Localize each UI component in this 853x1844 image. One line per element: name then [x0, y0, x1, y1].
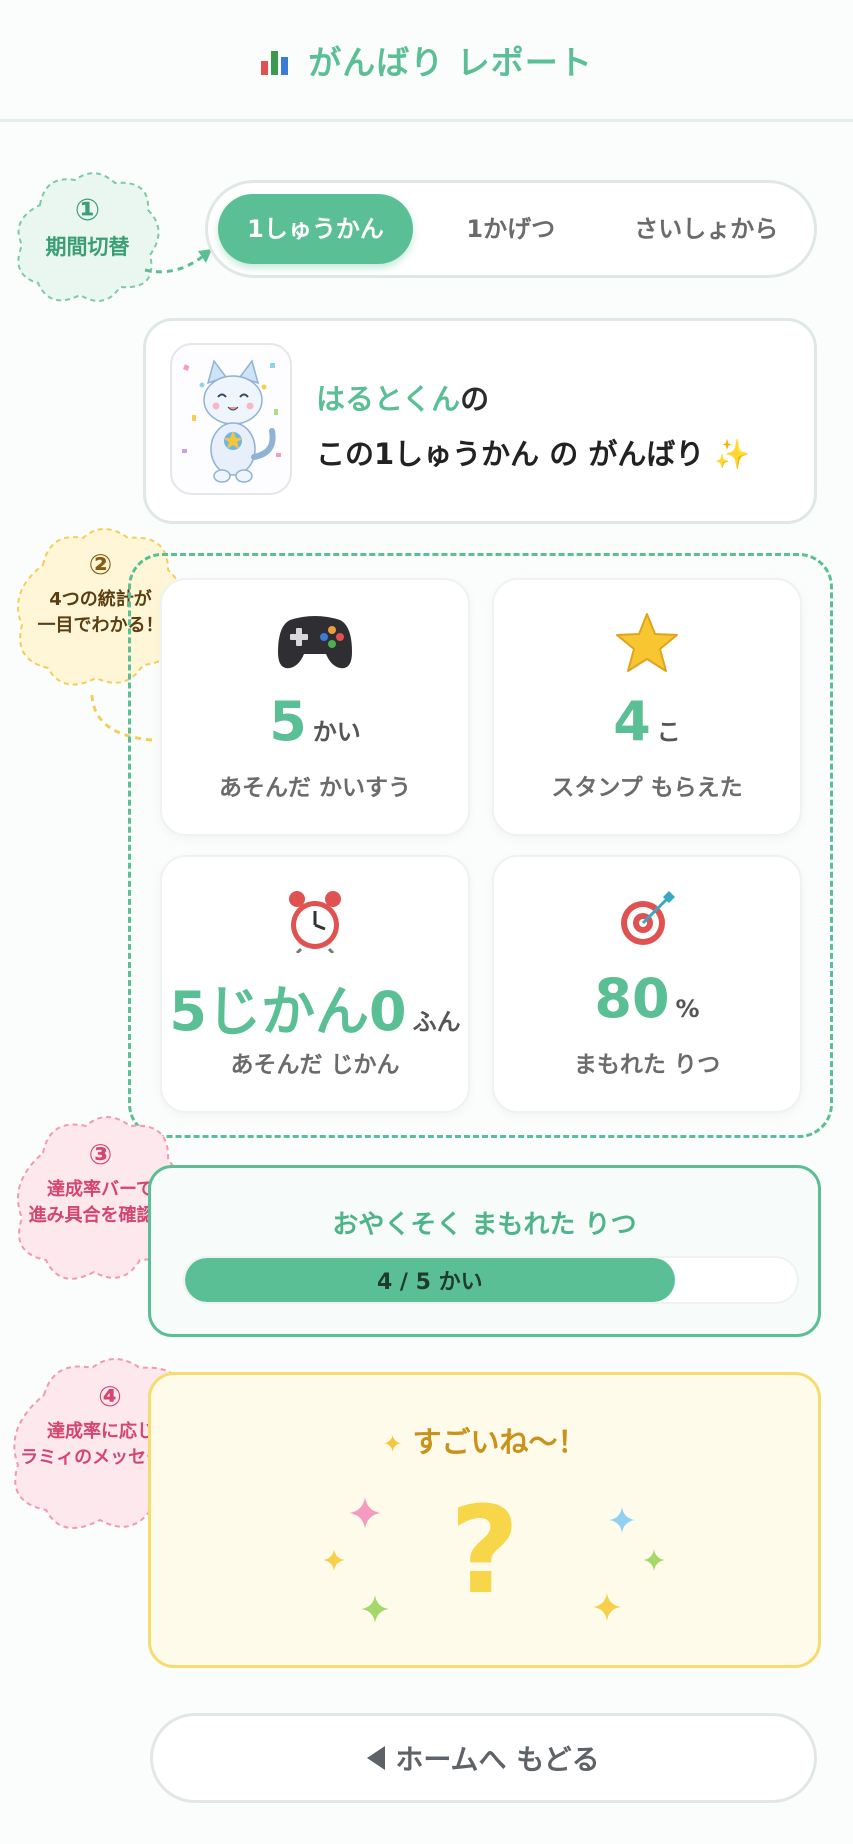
star-icon	[494, 612, 800, 680]
tab-one-week[interactable]: 1しゅうかん	[218, 194, 413, 264]
stat-number: 4	[613, 690, 651, 753]
stat-value: 5じかん0 ふん	[162, 967, 468, 1046]
message-title-text: すごいね〜！	[412, 1425, 587, 1459]
tab-one-month[interactable]: 1かげつ	[413, 194, 609, 264]
stat-value: 4こ	[494, 690, 800, 753]
stat-play-time: 5じかん0 ふん あそんだ じかん	[160, 855, 470, 1113]
sparkle-icon	[349, 1497, 381, 1529]
mystery-question-mark: ?	[449, 1482, 520, 1621]
message-title: ✦ すごいね〜！	[151, 1419, 818, 1461]
child-name-text: はるとくん	[316, 382, 461, 416]
sparkle-icon	[323, 1549, 345, 1571]
period-tabs: 1しゅうかん 1かげつ さいしょから	[205, 180, 817, 278]
page-title: がんばり レポート	[308, 42, 593, 82]
stat-label: スタンプ もらえた	[551, 775, 743, 801]
back-home-button[interactable]: ホームへ もどる	[150, 1713, 817, 1803]
stat-label: まもれた りつ	[573, 1052, 721, 1078]
annotation-number: ①	[74, 193, 101, 228]
cat-mascot-avatar	[170, 343, 292, 495]
stat-value: 80%	[494, 967, 800, 1030]
report-subtitle-text: この1しゅうかん の がんばり	[316, 437, 705, 471]
report-subtitle: この1しゅうかん の がんばり ✨	[316, 431, 750, 473]
sparkle-icon: ✨	[714, 437, 751, 471]
stat-label: あそんだ じかん	[230, 1052, 400, 1078]
stat-number: 5	[269, 690, 307, 753]
stat-kept-rate: 80% まもれた りつ	[492, 855, 802, 1113]
child-name: はるとくんの	[316, 376, 489, 418]
sparkle-star-icon: ✦	[382, 1430, 403, 1458]
stat-unit: ふん	[412, 1008, 461, 1036]
ramy-message-card: ✦ すごいね〜！ ?	[148, 1372, 821, 1668]
sparkle-icon	[593, 1593, 621, 1621]
stat-label: あそんだ かいすう	[218, 775, 411, 801]
stat-unit: こ	[656, 718, 681, 746]
stat-number: 80	[594, 967, 670, 1030]
promise-rate-card: おやくそく まもれた りつ 4 / 5 かい	[148, 1165, 821, 1337]
back-triangle-icon	[367, 1746, 386, 1770]
sparkle-icon	[361, 1595, 389, 1623]
child-name-suffix: の	[460, 382, 490, 416]
alarm-clock-icon	[162, 889, 468, 957]
progress-bar-text: 4 / 5 かい	[376, 1270, 483, 1295]
stat-unit: かい	[312, 718, 361, 746]
page-header: がんばり レポート	[0, 0, 853, 122]
profile-card: はるとくんの この1しゅうかん の がんばり ✨	[143, 318, 817, 524]
sparkle-icon	[609, 1507, 635, 1533]
stat-unit: %	[675, 995, 700, 1023]
progress-bar: 4 / 5 かい	[183, 1256, 799, 1304]
target-icon	[494, 889, 800, 957]
stat-value: 5 かい	[162, 690, 468, 753]
game-controller-icon	[162, 612, 468, 680]
stat-number: 5じかん0	[169, 980, 407, 1043]
promise-rate-title: おやくそく まもれた りつ	[332, 1210, 637, 1240]
sparkle-icon	[643, 1549, 665, 1571]
stat-stamp-count: 4こ スタンプ もらえた	[492, 578, 802, 836]
tab-all-time[interactable]: さいしょから	[609, 194, 805, 264]
stat-play-count: 5 かい あそんだ かいすう	[160, 578, 470, 836]
bar-chart-icon	[260, 45, 290, 75]
back-home-label: ホームへ もどる	[395, 1743, 600, 1776]
